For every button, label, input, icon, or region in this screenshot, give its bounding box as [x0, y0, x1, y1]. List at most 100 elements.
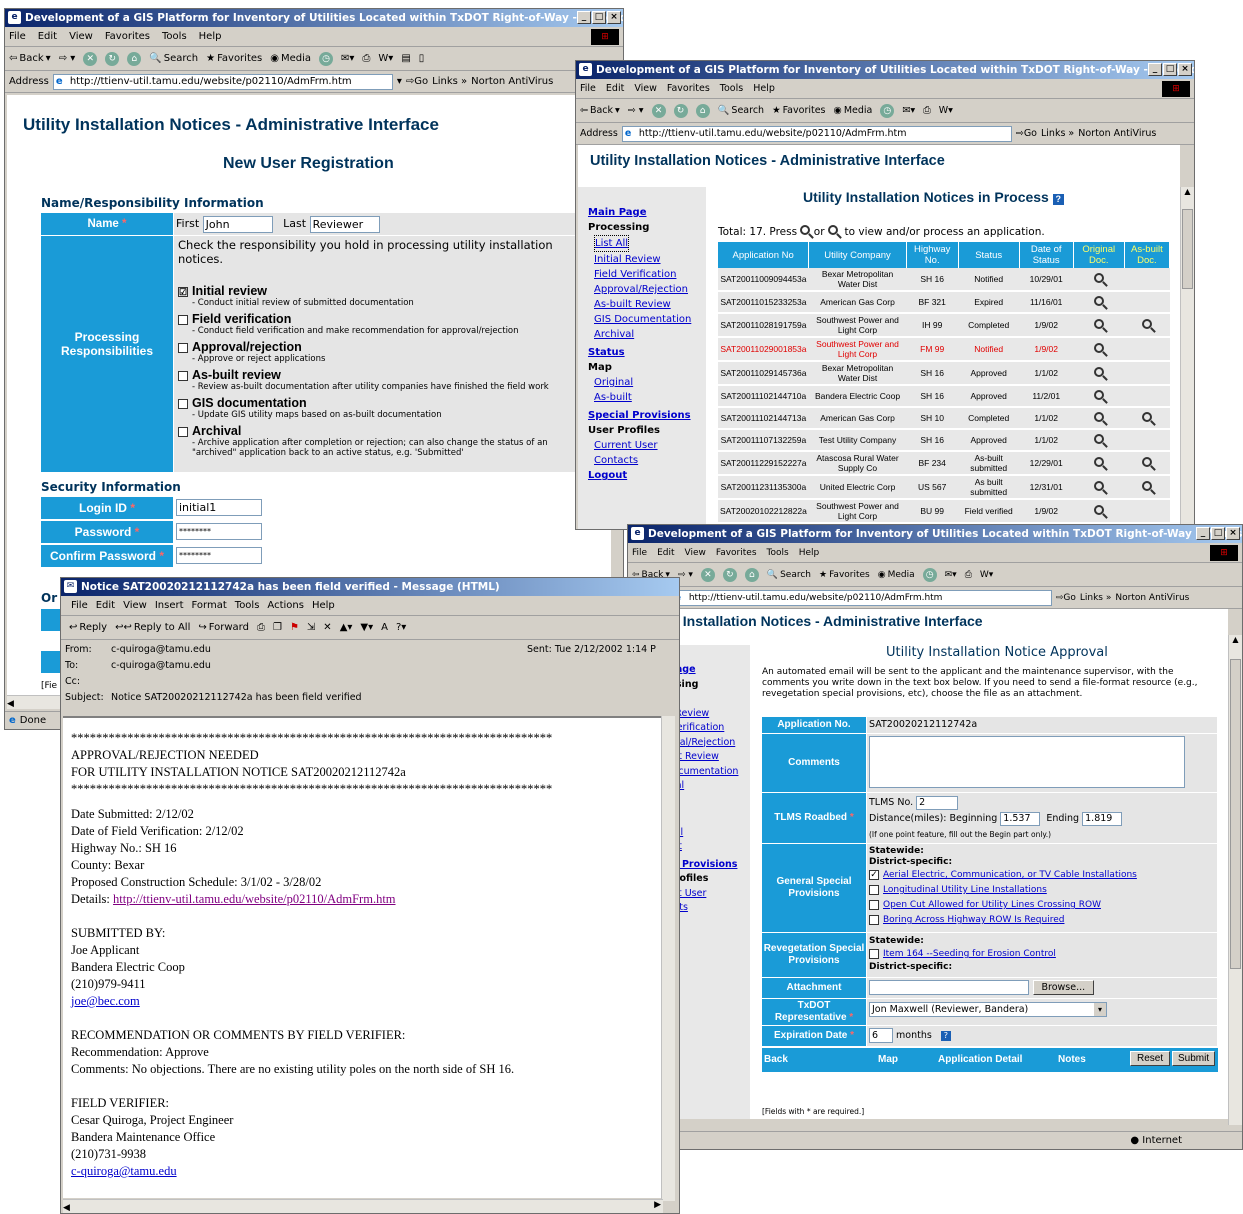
expiration-input[interactable]: 6: [869, 1028, 893, 1043]
view-original-icon[interactable]: [1093, 481, 1104, 491]
last-name-input[interactable]: Reviewer: [309, 215, 380, 233]
table-row[interactable]: SAT20011029001853a Southwest Power and Li…: [718, 337, 1170, 362]
nav-current-user[interactable]: Current User: [594, 438, 706, 453]
tlms-no-input[interactable]: 2: [916, 795, 959, 810]
reset-button[interactable]: Reset: [1130, 1051, 1171, 1066]
details-link[interactable]: http://ttienv-util.tamu.edu/website/p021…: [113, 892, 396, 906]
go-button[interactable]: ⇨Go: [406, 76, 428, 87]
delete-icon[interactable]: ✕: [323, 622, 331, 633]
go-button[interactable]: ⇨Go: [1056, 593, 1076, 603]
table-row[interactable]: SAT20011102144713a American Gas Corp SH 10…: [718, 407, 1170, 430]
home-icon[interactable]: ⌂: [127, 51, 142, 66]
view-asbuilt-icon[interactable]: [1141, 412, 1152, 422]
menu-edit[interactable]: Edit: [657, 548, 674, 558]
gsp-item-link[interactable]: Longitudinal Utility Line Installations: [883, 885, 1047, 895]
close-button[interactable]: ×: [1178, 63, 1192, 76]
reveg-item-link[interactable]: Item 164 --Seeding for Erosion Control: [883, 949, 1056, 959]
word-icon[interactable]: W▾: [980, 570, 993, 580]
view-original-icon[interactable]: [1093, 505, 1104, 515]
vertical-scrollbar[interactable]: ▲: [1180, 187, 1194, 529]
nav-special-provisions[interactable]: Special Provisions: [588, 408, 706, 423]
ending-input[interactable]: 1.819: [1082, 811, 1123, 826]
chevron-down-icon[interactable]: ▾: [1094, 1003, 1106, 1016]
links-button[interactable]: Links »: [432, 76, 467, 87]
stop-icon[interactable]: ✕: [651, 103, 666, 118]
vertical-scrollbar[interactable]: ▲: [1228, 635, 1242, 1125]
gsp-item-link[interactable]: Boring Across Highway ROW Is Required: [883, 915, 1064, 925]
back-link[interactable]: Back: [764, 1054, 788, 1065]
menu-file[interactable]: File: [580, 83, 596, 94]
print-icon[interactable]: ⎙: [965, 570, 972, 580]
responsibility-checkbox[interactable]: [178, 398, 188, 409]
favorites-button[interactable]: ★ Favorites: [819, 570, 870, 580]
table-row[interactable]: SAT20011028191759a Southwest Power and Li…: [718, 313, 1170, 338]
close-button[interactable]: ×: [1226, 527, 1240, 540]
gsp-checkbox[interactable]: [869, 914, 879, 925]
refresh-icon[interactable]: ↻: [105, 51, 120, 66]
table-row[interactable]: SAT20011229152227a Atascosa Rural Water S…: [718, 451, 1170, 476]
view-original-icon[interactable]: [1093, 273, 1104, 283]
responsibility-checkbox[interactable]: [178, 314, 188, 325]
login-input[interactable]: initial1: [176, 499, 262, 516]
menu-help[interactable]: Help: [753, 83, 775, 94]
home-icon[interactable]: ⌂: [744, 567, 759, 582]
table-row[interactable]: SAT20011009094453a Bexar Metropolitan Wat…: [718, 268, 1170, 292]
attachment-input[interactable]: [869, 980, 1029, 995]
discuss-icon[interactable]: ▤: [401, 53, 410, 64]
table-row[interactable]: SAT20011029145736a Bexar Metropolitan Wat…: [718, 361, 1170, 386]
application-detail-link[interactable]: Application Detail: [938, 1054, 1022, 1065]
home-icon[interactable]: ⌂: [695, 103, 710, 118]
mail-icon[interactable]: ✉▾: [945, 570, 957, 580]
nav-status[interactable]: Status: [588, 345, 706, 360]
help-icon[interactable]: ?: [1052, 194, 1064, 205]
menu-actions[interactable]: Actions: [267, 600, 304, 611]
nav-approval[interactable]: Approval/Rejection: [594, 282, 706, 297]
view-original-icon[interactable]: [1093, 343, 1104, 353]
nav-map-original[interactable]: Original: [594, 375, 706, 390]
submit-button[interactable]: Submit: [1172, 1051, 1216, 1066]
messenger-icon[interactable]: ▯: [419, 53, 425, 64]
gsp-checkbox[interactable]: [869, 884, 879, 895]
help-icon[interactable]: ?▾: [396, 622, 406, 633]
minimize-button[interactable]: _: [577, 11, 591, 24]
forward-button[interactable]: ↪ Forward: [198, 622, 249, 633]
media-button[interactable]: ◉ Media: [270, 53, 311, 64]
nav-archival[interactable]: Archival: [594, 327, 706, 342]
back-button[interactable]: ⇦ Back ▾: [580, 105, 620, 116]
menu-view[interactable]: View: [123, 600, 147, 611]
menu-favorites[interactable]: Favorites: [667, 83, 710, 94]
maximize-button[interactable]: □: [1163, 63, 1177, 76]
view-asbuilt-icon[interactable]: [1141, 481, 1152, 491]
nav-asbuilt-review[interactable]: As-built Review: [594, 297, 706, 312]
view-original-icon[interactable]: [1093, 457, 1104, 467]
menu-edit[interactable]: Edit: [38, 31, 57, 42]
confirm-password-input[interactable]: ********: [176, 547, 262, 564]
reply-all-button[interactable]: ↩↩ Reply to All: [115, 622, 190, 633]
gsp-checkbox[interactable]: ✓: [869, 869, 879, 880]
view-original-icon[interactable]: [1093, 434, 1104, 444]
print-icon[interactable]: ⎙: [362, 53, 370, 64]
responsibility-checkbox[interactable]: [178, 426, 188, 437]
view-asbuilt-icon[interactable]: [1141, 457, 1152, 467]
first-name-input[interactable]: John: [202, 215, 273, 233]
menu-view[interactable]: View: [69, 31, 93, 42]
stop-icon[interactable]: ✕: [700, 567, 715, 582]
address-book-icon[interactable]: A: [381, 622, 388, 633]
nav-main-page[interactable]: Main Page: [588, 205, 706, 220]
beginning-input[interactable]: 1.537: [1000, 811, 1041, 826]
favorites-button[interactable]: ★ Favorites: [772, 105, 825, 116]
menu-file[interactable]: File: [71, 600, 88, 611]
menu-tools[interactable]: Tools: [162, 31, 187, 42]
menu-tools[interactable]: Tools: [235, 600, 260, 611]
notes-link[interactable]: Notes: [1058, 1054, 1086, 1065]
word-icon[interactable]: W▾: [939, 105, 953, 116]
close-button[interactable]: ×: [607, 11, 621, 24]
window-titlebar[interactable]: e Development of a GIS Platform for Inven…: [576, 61, 1194, 79]
menu-tools[interactable]: Tools: [767, 548, 789, 558]
norton-label[interactable]: Norton AntiVirus: [1115, 593, 1189, 603]
menu-view[interactable]: View: [634, 83, 657, 94]
minimize-button[interactable]: _: [1196, 527, 1210, 540]
copy-icon[interactable]: ❐: [273, 622, 282, 633]
view-asbuilt-icon[interactable]: [1141, 319, 1152, 329]
menu-help[interactable]: Help: [799, 548, 820, 558]
